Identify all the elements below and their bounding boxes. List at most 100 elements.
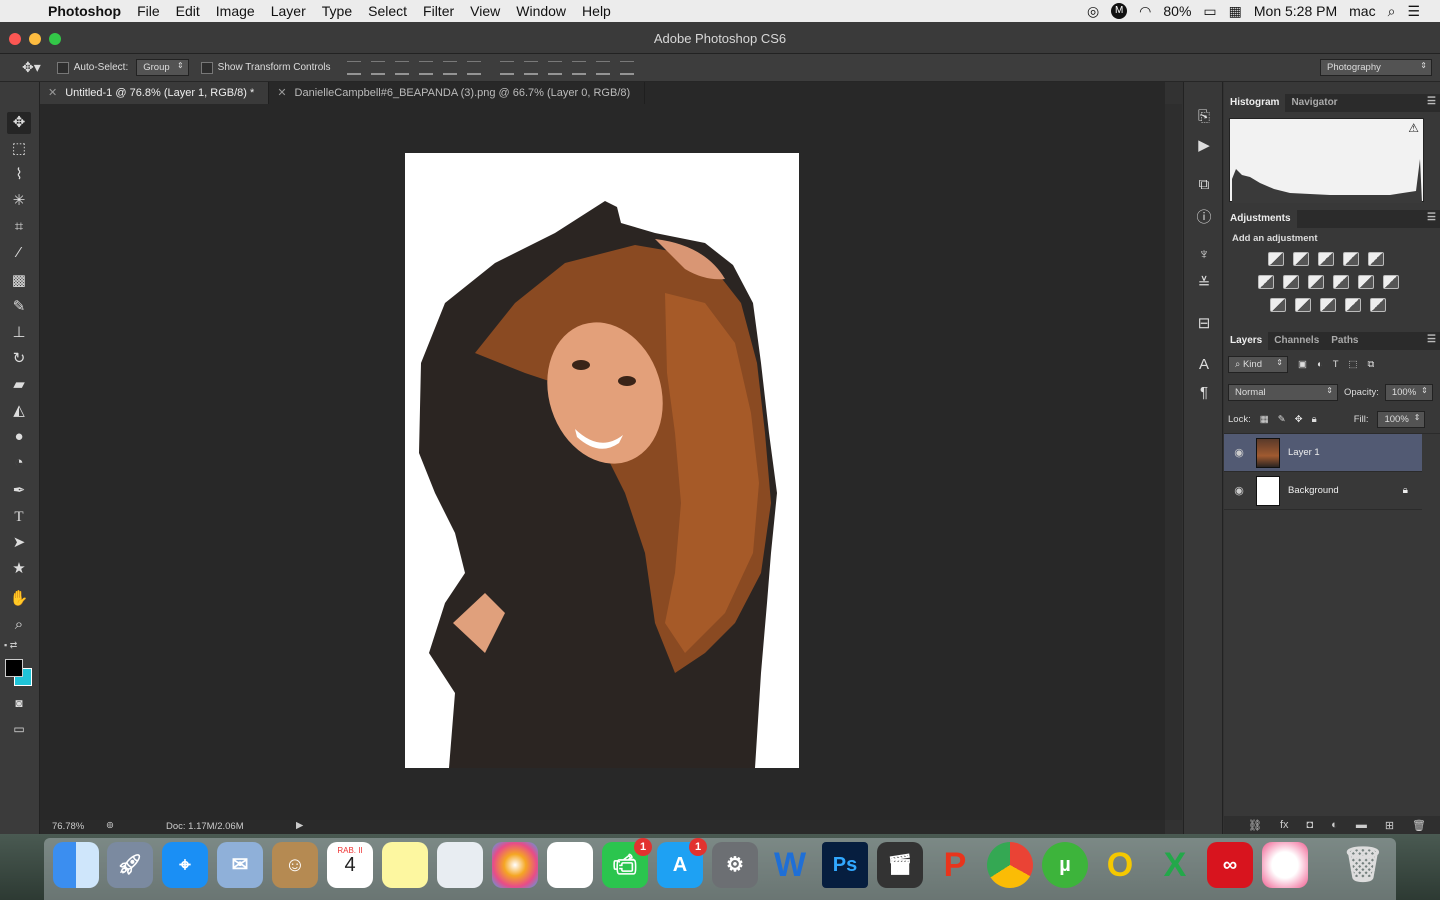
itunes-icon[interactable]: ♫ xyxy=(1262,842,1308,888)
hand-tool-icon[interactable]: ✋ xyxy=(7,588,31,610)
calendar-icon[interactable]: RAB. II 4 xyxy=(327,842,373,888)
delete-layer-icon[interactable]: 🗑︎ xyxy=(1412,819,1426,832)
preview-icon[interactable] xyxy=(437,842,483,888)
m-app-icon[interactable]: M xyxy=(1111,3,1128,19)
invert-icon[interactable] xyxy=(1270,298,1286,312)
shape-tool-icon[interactable]: ★ xyxy=(7,558,31,580)
lasso-tool-icon[interactable]: ⌇ xyxy=(7,164,31,186)
default-colors-icon[interactable]: ▪ ⇄ xyxy=(4,640,36,652)
document-canvas[interactable] xyxy=(405,153,799,768)
channel-mixer-icon[interactable] xyxy=(1358,275,1374,289)
tab-paths[interactable]: Paths xyxy=(1325,332,1364,350)
clock[interactable]: Mon 5:28 PM xyxy=(1254,3,1337,19)
align-vcenter-icon[interactable] xyxy=(371,60,386,75)
menu-view[interactable]: View xyxy=(470,3,500,19)
paint-bucket-tool-icon[interactable]: ◭ xyxy=(7,400,31,422)
brightness-contrast-icon[interactable] xyxy=(1268,252,1284,266)
new-adjustment-layer-icon[interactable]: ◐ xyxy=(1331,819,1338,831)
opera-icon[interactable]: O xyxy=(1097,842,1143,888)
levels-icon[interactable] xyxy=(1293,252,1309,266)
photo-filter-icon[interactable] xyxy=(1333,275,1349,289)
workspace-dropdown[interactable]: Photography xyxy=(1320,59,1432,76)
auto-select-dropdown[interactable]: Group xyxy=(136,59,189,76)
tab-channels[interactable]: Channels xyxy=(1268,332,1325,350)
marquee-tool-icon[interactable]: ⬚ xyxy=(7,138,31,160)
vibrance-icon[interactable] xyxy=(1368,252,1384,266)
tab-navigator[interactable]: Navigator xyxy=(1285,94,1343,112)
brush-presets-icon[interactable]: ♆ xyxy=(1195,246,1213,264)
close-tab-icon[interactable]: ✕ xyxy=(48,87,57,99)
menu-image[interactable]: Image xyxy=(216,3,255,19)
color-balance-icon[interactable] xyxy=(1283,275,1299,289)
utorrent-icon[interactable]: µ xyxy=(1042,842,1088,888)
layer-name[interactable]: Layer 1 xyxy=(1288,447,1320,458)
healing-brush-tool-icon[interactable]: ▩ xyxy=(7,270,31,292)
fill-field[interactable]: 100% xyxy=(1377,411,1426,428)
tab-danielle-campbell[interactable]: ✕ DanielleCampbell#6_BEAPANDA (3).png @ 6… xyxy=(269,82,646,104)
chrome-icon[interactable] xyxy=(987,842,1033,888)
align-right-icon[interactable] xyxy=(467,60,482,75)
align-top-icon[interactable] xyxy=(347,60,362,75)
layer-style-icon[interactable]: fx xyxy=(1280,819,1289,831)
calendar-menu-icon[interactable]: ▦ xyxy=(1229,3,1242,20)
facetime-icon[interactable]: 📹︎ 1 xyxy=(602,838,652,888)
menu-window[interactable]: Window xyxy=(516,3,566,19)
menu-layer[interactable]: Layer xyxy=(271,3,306,19)
blur-tool-icon[interactable]: ● xyxy=(7,426,31,448)
user-name[interactable]: mac xyxy=(1349,3,1375,19)
zoom-level[interactable]: 76.78% xyxy=(52,821,84,832)
layer-filter-kind[interactable]: ⌕ Kind xyxy=(1228,355,1288,373)
launchpad-icon[interactable]: 🚀︎ xyxy=(107,842,153,888)
dodge-tool-icon[interactable]: ◔ xyxy=(7,452,31,474)
panel-menu-icon[interactable]: ☰ xyxy=(1427,334,1436,345)
battery-percent[interactable]: 80% xyxy=(1163,3,1191,19)
distribute-vcenter-icon[interactable] xyxy=(524,60,539,75)
clone-source-icon[interactable]: ⊟ xyxy=(1195,314,1213,332)
history-brush-tool-icon[interactable]: ↻ xyxy=(7,348,31,370)
exposure-icon[interactable] xyxy=(1343,252,1359,266)
layer-row-layer-1[interactable]: ◉ Layer 1 xyxy=(1224,434,1422,472)
history-panel-icon[interactable]: ⎘ xyxy=(1195,108,1213,126)
info-panel-icon[interactable]: ⓘ xyxy=(1195,206,1213,226)
lock-position-icon[interactable]: ✥ xyxy=(1295,414,1303,425)
wifi-icon[interactable]: ◠ xyxy=(1139,3,1151,20)
warning-icon[interactable]: ⚠ xyxy=(1408,121,1419,135)
new-group-icon[interactable]: ▬ xyxy=(1356,819,1367,831)
clone-stamp-tool-icon[interactable]: ⊥ xyxy=(7,322,31,344)
menu-file[interactable]: File xyxy=(137,3,160,19)
new-layer-icon[interactable]: ⊞ xyxy=(1385,819,1394,832)
creative-cloud-dock-icon[interactable]: ∞ xyxy=(1207,842,1253,888)
lock-all-icon[interactable]: 🔒︎ xyxy=(1312,414,1317,425)
menu-edit[interactable]: Edit xyxy=(176,3,200,19)
brush-tool-icon[interactable]: ✎ xyxy=(7,296,31,318)
app-store-icon[interactable]: A1 xyxy=(657,838,707,888)
distribute-top-icon[interactable] xyxy=(500,60,515,75)
distribute-left-icon[interactable] xyxy=(572,60,587,75)
status-menu-arrow-icon[interactable]: ▶ xyxy=(296,820,303,831)
wps-presentation-icon[interactable]: P xyxy=(932,842,978,888)
contacts-icon[interactable]: ☺ xyxy=(272,842,318,888)
filter-smart-object-icon[interactable]: ⧉ xyxy=(1368,359,1375,370)
menu-type[interactable]: Type xyxy=(322,3,352,19)
photos-icon[interactable] xyxy=(492,842,538,888)
close-tab-icon[interactable]: ✕ xyxy=(277,87,286,99)
type-tool-icon[interactable]: T xyxy=(7,506,31,528)
gradient-map-icon[interactable] xyxy=(1370,298,1386,312)
pen-tool-icon[interactable]: ✒ xyxy=(7,480,31,502)
safari-icon[interactable]: ⌖ xyxy=(162,842,208,888)
foreground-color-swatch[interactable] xyxy=(5,659,23,677)
reminders-icon[interactable] xyxy=(547,842,593,888)
black-white-icon[interactable] xyxy=(1308,275,1324,289)
distribute-hcenter-icon[interactable] xyxy=(596,60,611,75)
threshold-icon[interactable] xyxy=(1320,298,1336,312)
excel-icon[interactable]: X xyxy=(1152,842,1198,888)
align-hcenter-icon[interactable] xyxy=(443,60,458,75)
filter-type-icon[interactable]: T xyxy=(1333,359,1339,370)
selective-color-icon[interactable] xyxy=(1345,298,1361,312)
menu-help[interactable]: Help xyxy=(582,3,611,19)
curves-icon[interactable] xyxy=(1318,252,1334,266)
battery-icon[interactable]: ▭ xyxy=(1203,3,1216,20)
menu-filter[interactable]: Filter xyxy=(423,3,454,19)
tab-untitled-1[interactable]: ✕ Untitled-1 @ 76.8% (Layer 1, RGB/8) * xyxy=(40,82,270,104)
notification-center-icon[interactable]: ☰ xyxy=(1407,3,1420,20)
